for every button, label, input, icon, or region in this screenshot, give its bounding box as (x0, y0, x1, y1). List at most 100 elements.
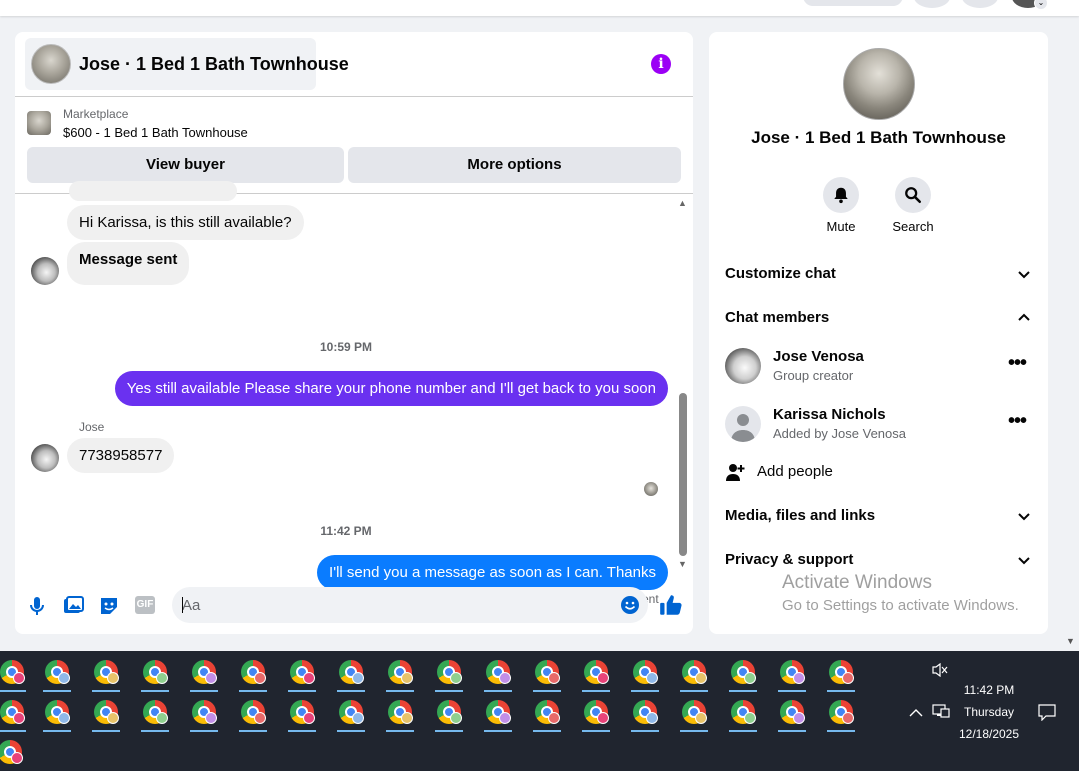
add-people-row[interactable]: Add people (725, 460, 1032, 484)
chrome-profile-taskbar-icon[interactable] (0, 697, 28, 733)
privacy-support-row[interactable]: Privacy & support (725, 548, 1032, 572)
chat-members-row[interactable]: Chat members (725, 306, 1032, 330)
member-item[interactable]: Jose Venosa Group creator ••• (725, 346, 1032, 386)
incoming-message: Hi Karissa, is this still available? (67, 205, 304, 240)
notifications-icon[interactable] (1038, 703, 1056, 726)
activate-windows-subtitle: Go to Settings to activate Windows. (782, 597, 1019, 614)
volume-muted-icon[interactable] (932, 662, 948, 680)
top-nav-button[interactable] (803, 0, 903, 6)
chevron-up-icon[interactable] (909, 705, 923, 723)
chrome-profile-taskbar-icon[interactable] (629, 697, 661, 733)
customize-chat-row[interactable]: Customize chat (725, 262, 1032, 286)
message-bubble (69, 181, 237, 201)
gif-icon[interactable]: GIF (135, 596, 155, 614)
chrome-profile-taskbar-icon[interactable] (580, 657, 612, 693)
scrollbar-thumb[interactable] (679, 393, 687, 556)
menu-button[interactable] (914, 0, 950, 8)
chrome-profile-taskbar-icon[interactable] (433, 697, 465, 733)
thumbs-up-icon[interactable] (658, 592, 684, 618)
more-options-icon[interactable]: ••• (1008, 410, 1027, 433)
chrome-profile-taskbar-icon[interactable] (335, 697, 367, 733)
chrome-profile-taskbar-icon[interactable] (139, 697, 171, 733)
sender-avatar[interactable] (31, 257, 59, 285)
network-icon[interactable] (932, 703, 950, 724)
read-receipt-avatar (644, 482, 658, 496)
member-name: Karissa Nichols (773, 406, 886, 423)
sender-avatar[interactable] (31, 444, 59, 472)
chrome-profile-taskbar-icon[interactable] (139, 657, 171, 693)
chrome-profile-taskbar-icon[interactable] (678, 697, 710, 733)
sender-name: Jose (79, 420, 105, 434)
member-item[interactable]: Karissa Nichols Added by Jose Venosa ••• (725, 404, 1032, 444)
chrome-profile-taskbar-icon[interactable] (531, 657, 563, 693)
info-icon[interactable]: i (651, 54, 671, 74)
message-input-box[interactable] (172, 587, 648, 623)
member-name: Jose Venosa (773, 348, 864, 365)
scroll-down-arrow-icon[interactable]: ▼ (678, 559, 687, 569)
chrome-profile-taskbar-icon[interactable] (825, 657, 857, 693)
notifications-button[interactable] (962, 0, 998, 8)
chrome-profile-taskbar-icon[interactable] (237, 657, 269, 693)
activate-windows-title: Activate Windows (782, 572, 932, 593)
search-button[interactable]: Search (883, 177, 943, 234)
more-options-button[interactable]: More options (348, 147, 681, 183)
scroll-up-arrow-icon[interactable]: ▲ (678, 198, 687, 208)
emoji-icon[interactable] (620, 595, 640, 615)
chrome-profile-taskbar-icon[interactable] (482, 657, 514, 693)
avatar (725, 406, 761, 442)
listing-thumbnail[interactable] (27, 111, 51, 135)
chrome-profile-taskbar-icon[interactable] (580, 697, 612, 733)
message-input[interactable] (182, 587, 612, 623)
top-nav-bar: ⌄ (0, 0, 1079, 16)
chrome-profile-taskbar-icon[interactable] (776, 697, 808, 733)
chrome-profile-taskbar-icon[interactable] (678, 657, 710, 693)
chevron-down-icon[interactable]: ⌄ (1034, 0, 1048, 10)
conversation-title-button[interactable]: Jose · 1 Bed 1 Bath Townhouse (25, 38, 349, 90)
chrome-profile-taskbar-icon[interactable] (433, 657, 465, 693)
microphone-icon[interactable] (25, 594, 49, 618)
chrome-profile-taskbar-icon[interactable] (531, 697, 563, 733)
chrome-profile-taskbar-icon[interactable] (384, 697, 416, 733)
bell-icon (834, 187, 848, 204)
chrome-profile-taskbar-icon[interactable] (825, 697, 857, 733)
listing-card: Marketplace $600 - 1 Bed 1 Bath Townhous… (15, 98, 693, 194)
chrome-profile-taskbar-icon[interactable] (90, 697, 122, 733)
chrome-profile-taskbar-icon[interactable] (629, 657, 661, 693)
clock-time[interactable]: 11:42 PM (950, 683, 1028, 697)
chrome-profile-taskbar-icon[interactable] (727, 657, 759, 693)
conversation-avatar-large[interactable] (843, 48, 915, 120)
listing-title[interactable]: $600 - 1 Bed 1 Bath Townhouse (63, 125, 248, 140)
sticker-icon[interactable] (97, 594, 121, 618)
clock-day[interactable]: Thursday (950, 705, 1028, 719)
chrome-profile-taskbar-icon[interactable] (286, 697, 318, 733)
chrome-profile-taskbar-icon[interactable] (237, 697, 269, 733)
chrome-profile-taskbar-icon[interactable] (727, 697, 759, 733)
message-timestamp: 11:42 PM (320, 524, 372, 538)
conversation-avatar (31, 44, 71, 84)
chrome-profile-taskbar-icon[interactable] (0, 657, 28, 693)
mute-label: Mute (826, 219, 856, 234)
chrome-profile-taskbar-icon[interactable] (384, 657, 416, 693)
chevron-up-icon (1018, 313, 1030, 321)
more-options-icon[interactable]: ••• (1008, 352, 1027, 375)
chrome-profile-taskbar-icon[interactable] (286, 657, 318, 693)
chrome-profile-taskbar-icon[interactable] (335, 657, 367, 693)
chrome-profile-taskbar-icon[interactable] (0, 737, 26, 771)
member-role: Added by Jose Venosa (773, 426, 906, 441)
chrome-profile-taskbar-icon[interactable] (482, 697, 514, 733)
photo-icon[interactable] (61, 594, 85, 618)
chrome-profile-taskbar-icon[interactable] (188, 697, 220, 733)
mute-button[interactable]: Mute (811, 177, 871, 234)
chrome-profile-taskbar-icon[interactable] (776, 657, 808, 693)
composer: GIF (15, 584, 693, 628)
page-scroll-down-arrow-icon[interactable]: ▼ (1066, 636, 1075, 646)
media-files-links-row[interactable]: Media, files and links (725, 504, 1032, 528)
chrome-profile-taskbar-icon[interactable] (90, 657, 122, 693)
message-timestamp: 10:59 PM (319, 340, 373, 354)
chrome-profile-taskbar-icon[interactable] (188, 657, 220, 693)
view-buyer-button[interactable]: View buyer (27, 147, 344, 183)
chrome-profile-taskbar-icon[interactable] (41, 657, 73, 693)
chrome-profile-taskbar-icon[interactable] (41, 697, 73, 733)
clock-date[interactable]: 12/18/2025 (950, 727, 1028, 741)
chat-panel: Jose · 1 Bed 1 Bath Townhouse i Marketpl… (15, 32, 693, 634)
